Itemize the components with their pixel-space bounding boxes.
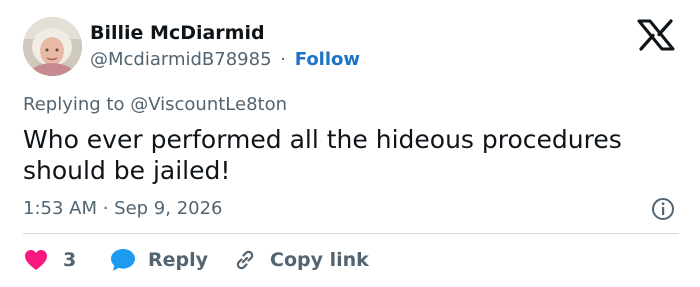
x-logo-icon[interactable]: [636, 19, 676, 51]
copy-link-label: Copy link: [270, 249, 369, 271]
follow-button[interactable]: Follow: [295, 49, 360, 70]
copy-link-button[interactable]: Copy link: [232, 246, 369, 274]
tweet-timestamp[interactable]: 1:53 AM · Sep 9, 2026: [23, 198, 223, 219]
author-display-name[interactable]: Billie McDiarmid: [90, 22, 265, 44]
like-button[interactable]: 3: [24, 246, 76, 274]
separator-dot: ·: [280, 49, 287, 70]
reply-button[interactable]: Reply: [110, 246, 208, 274]
author-handle[interactable]: @McdiarmidB78985: [90, 49, 272, 70]
info-icon[interactable]: [651, 197, 675, 221]
divider: [23, 233, 679, 234]
link-icon: [236, 250, 254, 270]
like-count: 3: [63, 249, 77, 271]
heart-icon: [25, 250, 47, 270]
author-handle-row: @McdiarmidB78985 · Follow: [90, 49, 360, 70]
replying-to-text: Replying to @ViscountLe8ton: [23, 94, 287, 115]
reply-bubble-icon: [111, 249, 135, 271]
reply-label: Reply: [148, 249, 209, 271]
tweet-text: Who ever performed all the hideous proce…: [23, 125, 622, 185]
avatar-photo: [23, 17, 82, 76]
avatar[interactable]: [23, 17, 82, 76]
